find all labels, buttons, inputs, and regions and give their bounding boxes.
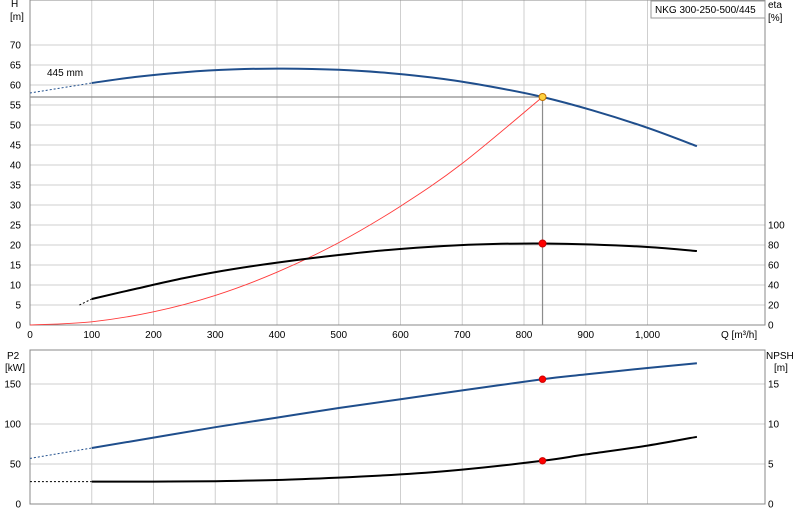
head-tick-label: 0 xyxy=(15,321,21,332)
duty-point-power-marker xyxy=(538,375,547,383)
head-tick-label: 55 xyxy=(10,101,22,112)
top-plot-frame xyxy=(29,0,766,326)
efficiency-tick-label: 60 xyxy=(768,261,780,272)
power-tick-label: 150 xyxy=(4,380,21,391)
flow-tick-label: 600 xyxy=(392,330,409,341)
pump-curve-chart: 0510152025303540455055606570 02040608010… xyxy=(4,0,794,511)
efficiency-curve xyxy=(91,242,697,300)
efficiency-tick-label: 100 xyxy=(768,221,785,232)
power-axis-ticks: 0 50 100 150 xyxy=(4,380,21,511)
efficiency-tick-label: 40 xyxy=(768,281,780,292)
head-tick-label: 70 xyxy=(10,41,22,52)
impeller-diameter-label: 445 mm xyxy=(47,68,83,79)
head-axis-ticks: 0 5 10 15 20 25 30 35 40 45 50 55 60 65 70 xyxy=(10,41,22,332)
duty-point-npsh-marker xyxy=(538,457,547,465)
flow-axis-ticks: 0 100 200 300 400 500 600 700 800 900 1,000 xyxy=(27,330,660,341)
power-tick-label: 100 xyxy=(4,420,21,431)
efficiency-tick-label: 0 xyxy=(768,321,774,332)
flow-tick-label: 100 xyxy=(83,330,100,341)
operating-point-guide xyxy=(30,96,544,325)
power-curve-extension xyxy=(29,447,92,459)
flow-tick-label: 300 xyxy=(207,330,224,341)
flow-tick-label: 1,000 xyxy=(635,330,660,341)
head-tick-label: 40 xyxy=(10,161,22,172)
system-curve xyxy=(29,96,543,326)
head-tick-label: 30 xyxy=(10,201,22,212)
head-tick-label: 45 xyxy=(10,141,22,152)
head-tick-label: 60 xyxy=(10,81,22,92)
head-tick-label: 65 xyxy=(10,61,22,72)
head-curve xyxy=(91,67,698,148)
power-curve xyxy=(91,362,697,449)
head-axis-label: H xyxy=(11,0,18,10)
flow-tick-label: 0 xyxy=(27,330,33,341)
npsh-axis-ticks: 0 5 10 15 xyxy=(768,380,780,511)
flow-axis-label: Q [m³/h] xyxy=(721,330,757,341)
power-tick-label: 0 xyxy=(15,500,21,511)
flow-tick-label: 500 xyxy=(330,330,347,341)
npsh-axis-unit: [m] xyxy=(774,363,788,374)
npsh-axis-label: NPSH xyxy=(766,351,794,362)
head-tick-label: 15 xyxy=(10,261,22,272)
efficiency-tick-label: 20 xyxy=(768,301,780,312)
npsh-tick-label: 15 xyxy=(768,380,780,391)
efficiency-axis-label: eta xyxy=(768,0,782,11)
npsh-tick-label: 10 xyxy=(768,420,780,431)
head-tick-label: 25 xyxy=(10,221,22,232)
flow-tick-label: 700 xyxy=(454,330,471,341)
efficiency-axis-ticks: 0 20 40 60 80 100 xyxy=(768,221,785,332)
duty-point-head-marker xyxy=(538,93,547,101)
npsh-curve xyxy=(91,435,698,483)
efficiency-curve-extension xyxy=(79,298,93,306)
head-tick-label: 50 xyxy=(10,121,22,132)
head-axis-unit: [m] xyxy=(10,12,24,23)
efficiency-tick-label: 80 xyxy=(768,241,780,252)
power-axis-label: P2 xyxy=(7,351,20,362)
flow-tick-label: 800 xyxy=(516,330,533,341)
top-grid xyxy=(30,0,765,325)
top-series xyxy=(29,67,698,326)
flow-tick-label: 400 xyxy=(269,330,286,341)
power-axis-unit: [kW] xyxy=(5,363,25,374)
power-tick-label: 50 xyxy=(10,460,22,471)
head-tick-label: 35 xyxy=(10,181,22,192)
duty-point-efficiency-marker xyxy=(538,239,547,248)
head-tick-label: 20 xyxy=(10,241,22,252)
head-tick-label: 10 xyxy=(10,281,22,292)
head-tick-label: 5 xyxy=(15,301,21,312)
legend-pump-model: NKG 300-250-500/445 xyxy=(655,5,756,16)
npsh-tick-label: 5 xyxy=(768,460,774,471)
flow-tick-label: 200 xyxy=(145,330,162,341)
flow-tick-label: 900 xyxy=(577,330,594,341)
npsh-tick-label: 0 xyxy=(768,500,774,511)
efficiency-axis-unit: [%] xyxy=(768,13,783,24)
